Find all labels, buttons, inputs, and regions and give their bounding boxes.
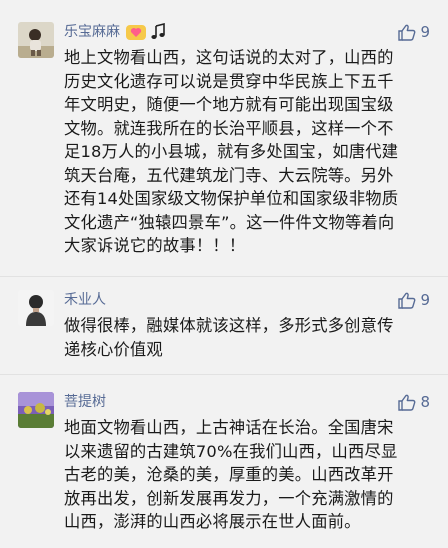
comment-line: 足18万人的小县城，就有多处国宝，如唐代建 xyxy=(64,142,399,161)
comment-line: 以来遗留的古建筑70%在我们山西，山西尽显 xyxy=(64,441,398,461)
thumbs-up-icon xyxy=(398,394,416,411)
comment-text: 地面文物看山西，上古神话在长治。全国唐宋 以来遗留的古建筑70%在我们山西，山西… xyxy=(64,416,430,534)
comment-text: 地上文物看山西，这句话说的太对了，山西的 历史文化遗存可以说是贯穿中华民族上下五… xyxy=(64,46,430,258)
comment-line: 筑天台庵，五代建筑龙门寺、大云院等。另外 xyxy=(64,165,394,185)
comment-line: 地面文物看山西，上古神话在长治。全国唐宋 xyxy=(64,418,394,437)
like-count: 9 xyxy=(420,291,430,309)
comment-line: 大家诉说它的故事！！！ xyxy=(64,236,246,255)
avatar[interactable] xyxy=(18,290,54,326)
music-note-icon xyxy=(151,22,166,39)
comment-line: 放再出发，创新发展再发力，一个充满激情的 xyxy=(64,488,394,508)
thumbs-up-icon xyxy=(398,24,416,41)
thumbs-up-icon xyxy=(398,292,416,309)
like-count: 9 xyxy=(420,23,430,41)
like-button[interactable]: 9 xyxy=(398,290,430,310)
comment-text: 做得很棒，融媒体就该这样，多形式多创意传 递核心价值观 xyxy=(64,314,430,361)
avatar[interactable] xyxy=(18,22,54,58)
commenter-name[interactable]: 乐宝麻麻 xyxy=(64,22,166,42)
commenter-name[interactable]: 禾业人 xyxy=(64,290,106,310)
comment-line: 山西，澎湃的山西必将展示在世人面前。 xyxy=(64,512,361,531)
comment-line: 递核心价值观 xyxy=(64,339,163,359)
comment-list: 乐宝麻麻 9 地上文物看山西，这句话说的太对了，山西的 历史文化遗存可以说是贯穿… xyxy=(0,0,448,548)
divider xyxy=(0,374,448,375)
comment-line: 还有14处国家级文物保护单位和国家级非物质 xyxy=(64,189,399,208)
comment-line: 做得很棒，融媒体就该这样，多形式多创意传 xyxy=(64,316,394,335)
comment-line: 古老的美，沧桑的美，厚重的美。山西改革开 xyxy=(64,465,394,484)
comment-line: 文物。就连我所在的长治平顺县，这样一个不 xyxy=(64,118,394,138)
heart-badge-icon xyxy=(126,25,146,40)
like-count: 8 xyxy=(420,393,430,411)
avatar[interactable] xyxy=(18,392,54,428)
divider xyxy=(0,276,448,277)
comment-line: 年文明史，随便一个地方就有可能出现国宝级 xyxy=(64,95,394,114)
comment-line: 文化遗产“独辕四景车”。这一件件文物等着向 xyxy=(64,212,395,232)
like-button[interactable]: 8 xyxy=(398,392,430,412)
like-button[interactable]: 9 xyxy=(398,22,430,42)
comment-line: 历史文化遗存可以说是贯穿中华民族上下五千 xyxy=(64,71,394,91)
commenter-name[interactable]: 菩提树 xyxy=(64,392,106,412)
comment-line: 地上文物看山西，这句话说的太对了，山西的 xyxy=(64,48,394,67)
name-badges xyxy=(126,22,166,42)
